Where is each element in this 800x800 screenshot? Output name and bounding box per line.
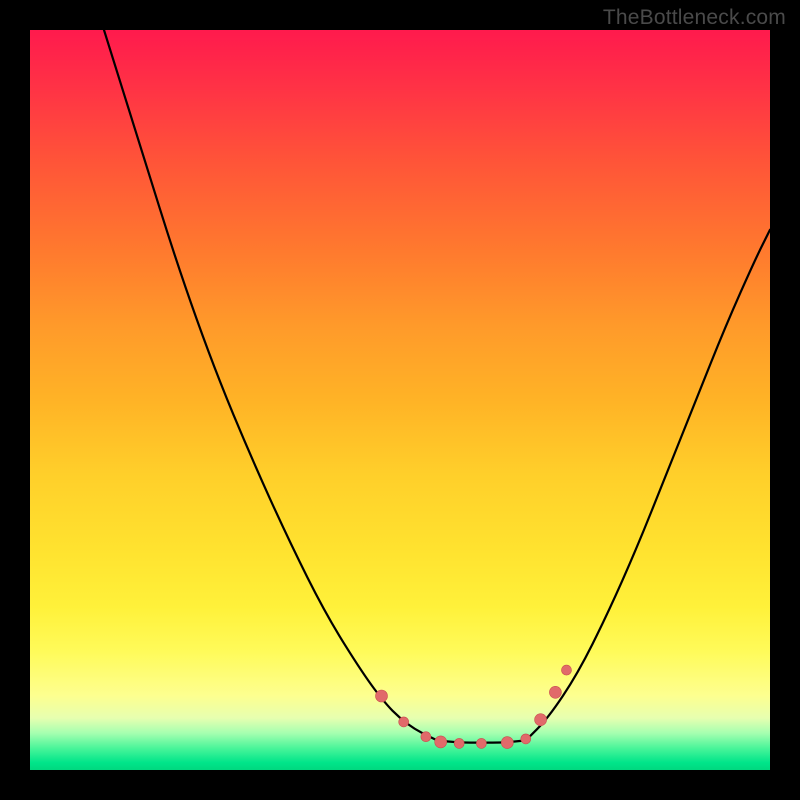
marker-point	[535, 714, 547, 726]
chart-frame: TheBottleneck.com	[0, 0, 800, 800]
marker-point	[421, 732, 431, 742]
marker-point	[501, 737, 513, 749]
chart-svg	[30, 30, 770, 770]
marker-point	[435, 736, 447, 748]
marker-point	[399, 717, 409, 727]
marker-point	[454, 738, 464, 748]
bottleneck-curve	[104, 30, 770, 743]
marker-point	[476, 738, 486, 748]
marker-point	[521, 734, 531, 744]
marker-point	[376, 690, 388, 702]
marker-point	[549, 686, 561, 698]
watermark-text: TheBottleneck.com	[603, 6, 786, 30]
highlight-markers	[376, 665, 572, 749]
plot-area	[30, 30, 770, 770]
marker-point	[562, 665, 572, 675]
